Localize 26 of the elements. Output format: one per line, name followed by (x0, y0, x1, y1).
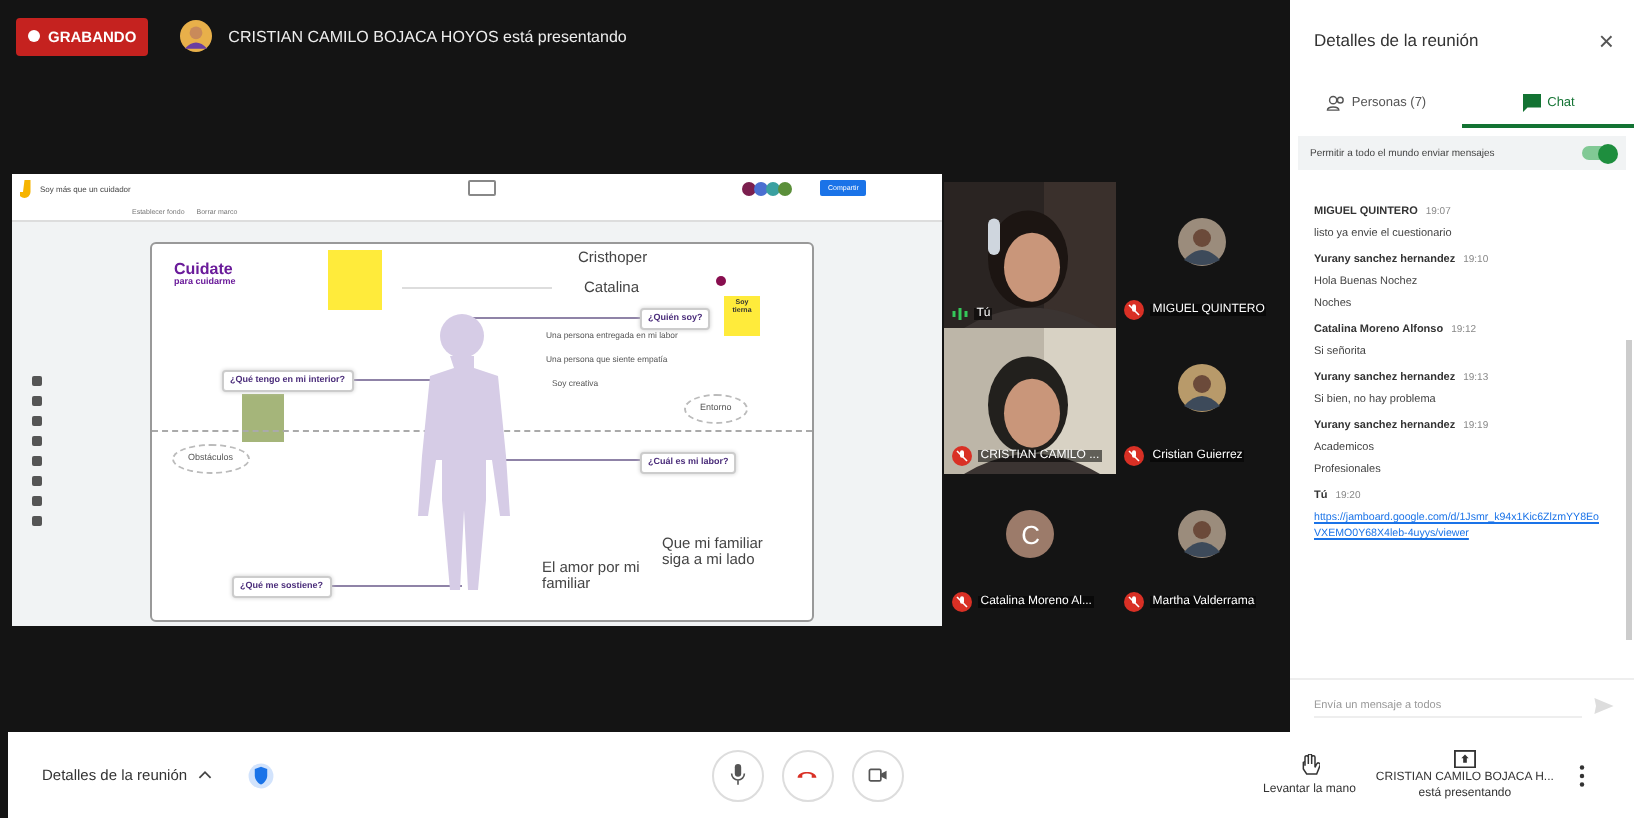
leader-line (331, 585, 463, 587)
presenter-status-text: CRISTIAN CAMILO BOJACA HOYOS está presentando (228, 27, 627, 45)
camera-button[interactable] (851, 749, 904, 801)
pin-icon (716, 276, 726, 286)
phone-icon (796, 770, 819, 780)
shield-icon[interactable] (247, 761, 274, 789)
present-screen-icon (1453, 749, 1476, 769)
sticky-note (242, 394, 284, 442)
microphone-button[interactable] (711, 749, 764, 801)
logo-icon (20, 179, 32, 197)
panel-title: Detalles de la reunión (1314, 30, 1479, 50)
camera-icon (867, 767, 888, 783)
close-button[interactable]: × (1598, 25, 1614, 55)
collaborator-avatars (744, 181, 792, 195)
people-icon (1325, 93, 1346, 111)
sticky-note (328, 250, 382, 310)
toggle-switch[interactable] (1582, 146, 1614, 160)
caret-icon (197, 770, 212, 780)
microphone-icon (729, 763, 746, 787)
frame-selector[interactable] (468, 180, 496, 196)
leader-line (501, 459, 641, 461)
more-options-icon[interactable] (1577, 763, 1586, 787)
hand-icon (1299, 754, 1320, 778)
chat-icon (1521, 93, 1542, 111)
scrollbar[interactable] (1626, 340, 1632, 640)
avatar-initial: C (1006, 510, 1055, 558)
